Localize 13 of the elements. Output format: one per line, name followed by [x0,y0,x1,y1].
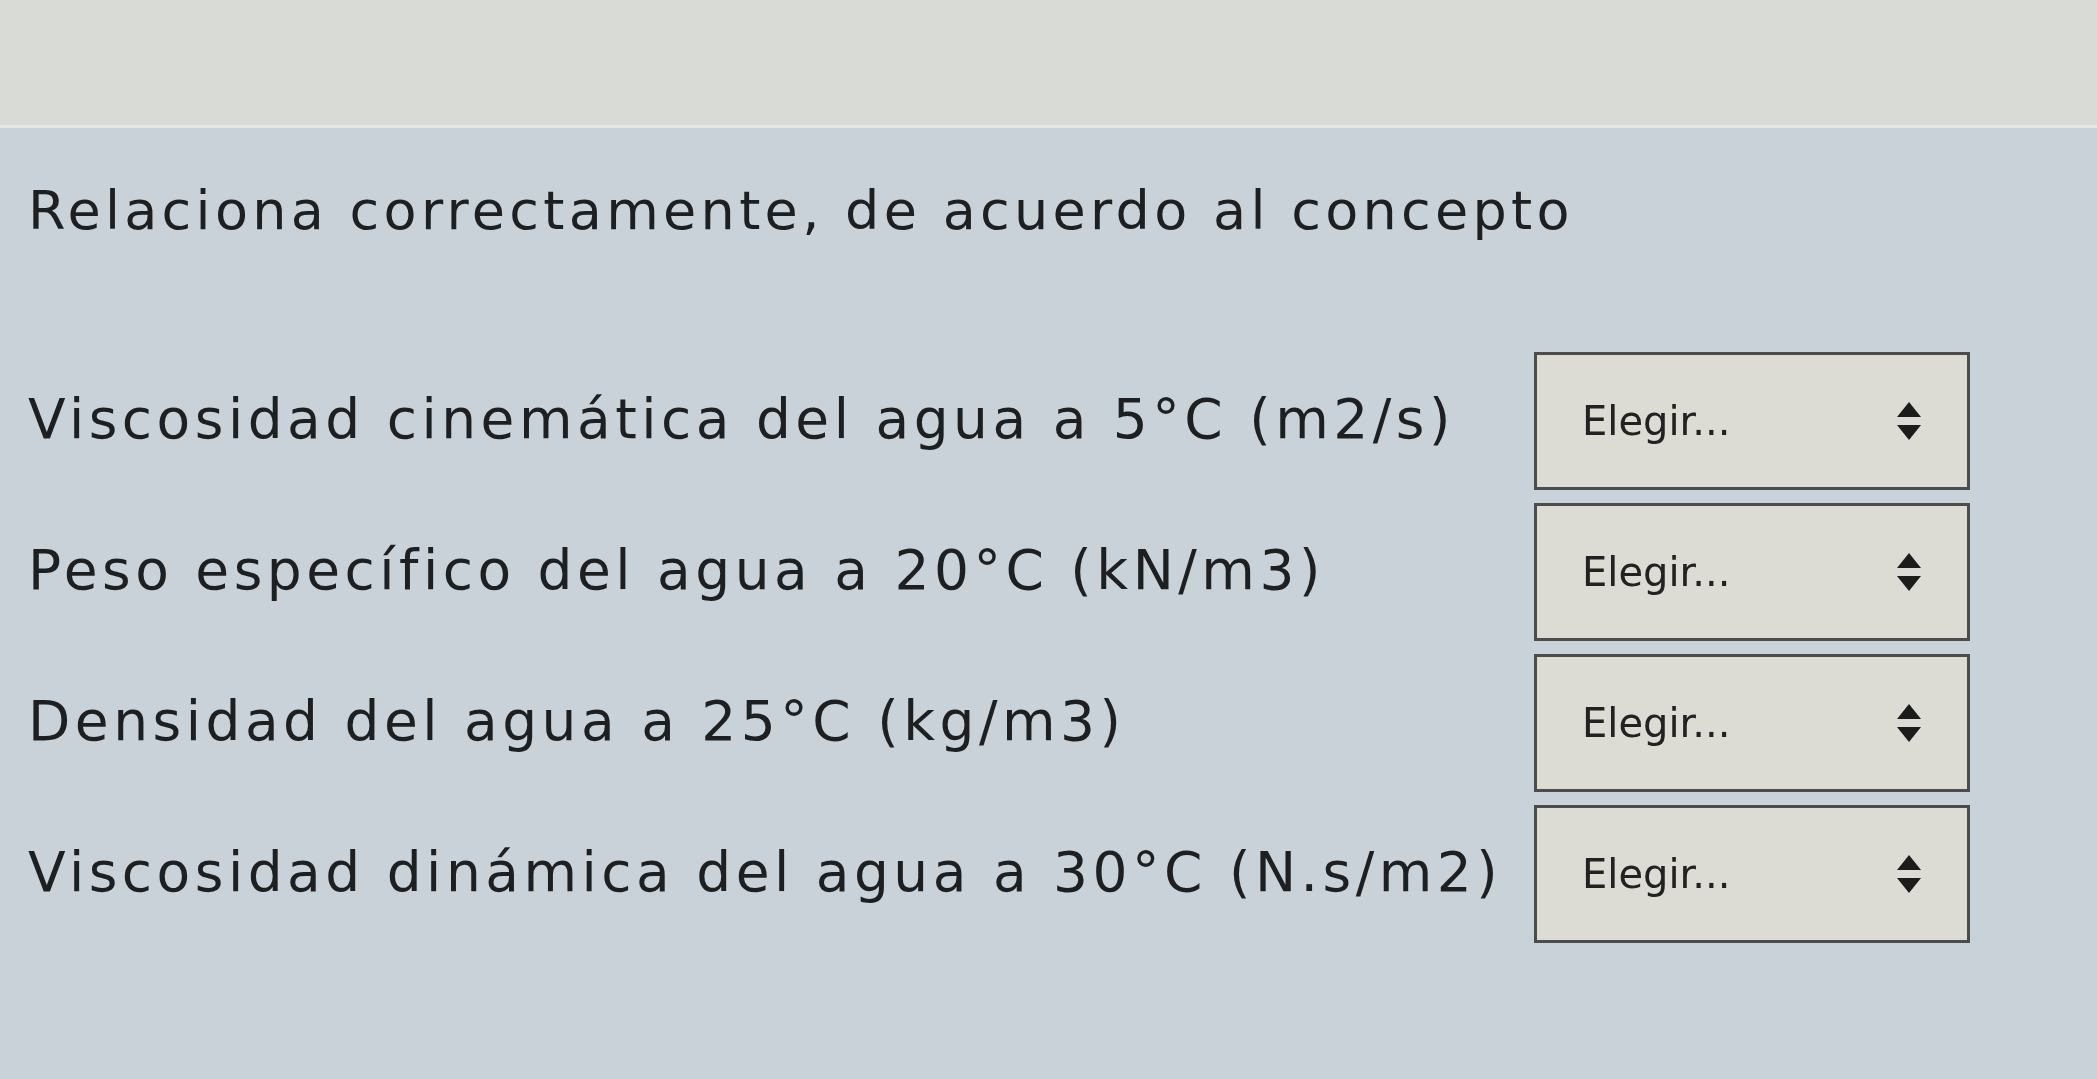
select-dropdown[interactable]: Elegir... [1534,352,1970,490]
concept-label: Viscosidad dinámica del agua a 30°C (N.s/m2) [28,840,1503,904]
up-down-arrows-icon [1897,402,1921,440]
concept-label: Viscosidad cinemática del agua a 5°C (m2/s) [28,387,1455,451]
select-dropdown[interactable]: Elegir... [1534,805,1970,943]
select-dropdown[interactable]: Elegir... [1534,654,1970,792]
concept-label: Densidad del agua a 25°C (kg/m3) [28,689,1126,753]
question-prompt: Relaciona correctamente, de acuerdo al concepto [28,179,1574,243]
up-down-arrows-icon [1897,855,1921,893]
up-down-arrows-icon [1897,553,1921,591]
select-dropdown[interactable]: Elegir... [1534,503,1970,641]
up-down-arrows-icon [1897,704,1921,742]
concept-label: Peso específico del agua a 20°C (kN/m3) [28,538,1325,602]
